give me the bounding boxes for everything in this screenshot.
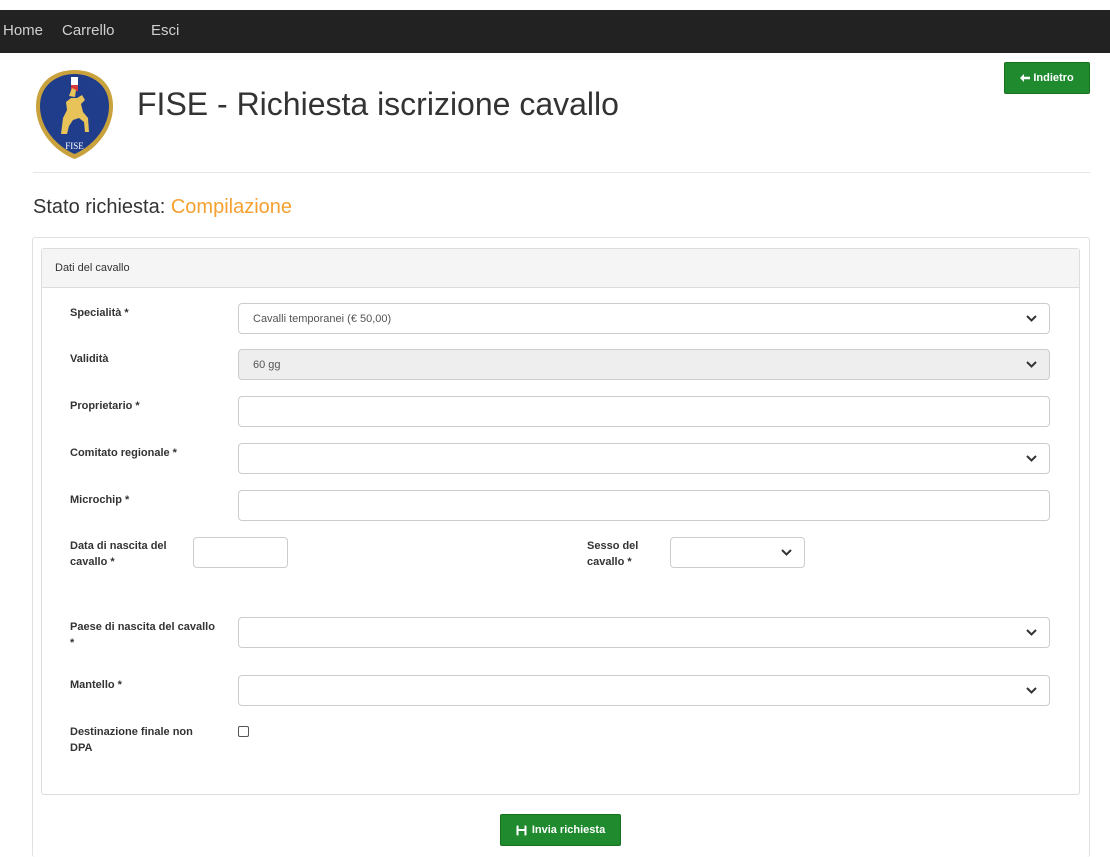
- comitato-label: Comitato regionale *: [70, 447, 177, 459]
- validita-value: 60 gg: [253, 358, 281, 371]
- back-button[interactable]: Indietro: [1004, 62, 1090, 94]
- sesso-select[interactable]: [670, 537, 805, 568]
- panel-heading: Dati del cavallo: [42, 249, 1079, 288]
- microchip-input[interactable]: [238, 490, 1050, 521]
- nav-home-link[interactable]: Home: [3, 22, 43, 39]
- invia-richiesta-button[interactable]: Invia richiesta: [500, 814, 621, 846]
- page-title: FISE - Richiesta iscrizione cavallo: [137, 86, 619, 122]
- validita-select: 60 gg: [238, 349, 1050, 380]
- paese-nascita-select[interactable]: [238, 617, 1050, 648]
- save-icon: [516, 825, 527, 835]
- validita-label: Validità: [70, 353, 109, 365]
- arrow-left-icon: [1020, 74, 1031, 82]
- paese-nascita-label: Paese di nascita del cavallo *: [70, 621, 215, 649]
- submit-label: Invia richiesta: [531, 824, 606, 836]
- request-status: Stato richiesta: Compilazione: [33, 196, 292, 219]
- microchip-label: Microchip *: [70, 494, 130, 506]
- chevron-down-icon: [781, 548, 792, 556]
- chevron-down-icon: [1026, 686, 1037, 694]
- specialita-select[interactable]: Cavalli temporanei (€ 50,00): [238, 303, 1050, 334]
- header-divider: [33, 172, 1090, 173]
- data-nascita-label: Data di nascita del cavallo *: [70, 540, 167, 568]
- destinazione-checkbox[interactable]: [238, 726, 249, 737]
- nav-esci-link[interactable]: Esci: [151, 22, 179, 39]
- mantello-label: Mantello *: [70, 679, 122, 691]
- logo-text: FISE: [65, 141, 84, 151]
- chevron-down-icon: [1026, 314, 1037, 322]
- status-label: Stato richiesta:: [33, 196, 166, 218]
- mantello-select[interactable]: [238, 675, 1050, 706]
- nav-carrello-link[interactable]: Carrello: [62, 22, 115, 39]
- sesso-label: Sesso del cavallo *: [587, 540, 639, 568]
- chevron-down-icon: [1026, 628, 1037, 636]
- back-button-label: Indietro: [1033, 72, 1074, 84]
- destinazione-label: Destinazione finale non DPA: [70, 726, 193, 754]
- chevron-down-icon: [1026, 454, 1037, 462]
- specialita-label: Specialità *: [70, 307, 129, 319]
- specialita-value: Cavalli temporanei (€ 50,00): [253, 312, 392, 325]
- proprietario-label: Proprietario *: [70, 400, 140, 412]
- status-value: Compilazione: [170, 196, 293, 218]
- comitato-regionale-select[interactable]: [238, 443, 1050, 474]
- top-navbar: Home Carrello Esci: [0, 10, 1110, 53]
- fise-logo: FISE: [36, 70, 113, 159]
- data-nascita-input[interactable]: [193, 537, 288, 568]
- proprietario-input[interactable]: [238, 396, 1050, 427]
- chevron-down-icon: [1026, 360, 1037, 368]
